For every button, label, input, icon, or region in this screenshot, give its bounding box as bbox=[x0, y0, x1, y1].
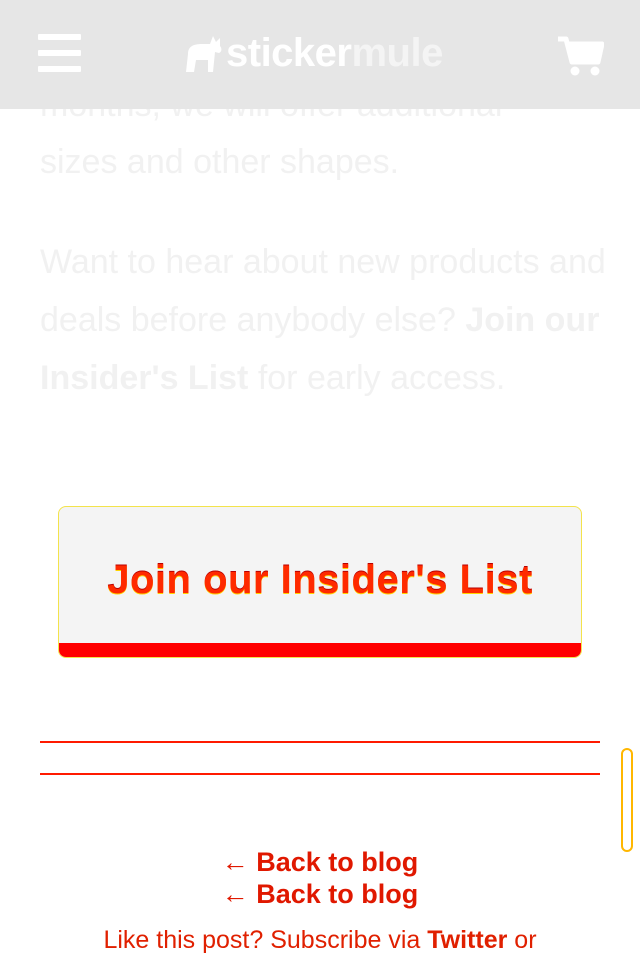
page-scrollbar-thumb[interactable] bbox=[621, 748, 633, 852]
article-paragraph-insiders: Want to hear about new products and deal… bbox=[40, 233, 610, 407]
divider-top bbox=[40, 741, 600, 743]
divider-bottom bbox=[40, 773, 600, 775]
sticker-mule-logo[interactable]: stickermule bbox=[180, 30, 443, 76]
join-insiders-list-button[interactable]: Join our Insider's List bbox=[58, 506, 582, 658]
cta-button-bottom-border bbox=[59, 643, 581, 657]
subscribe-prefix-text: Like this post? Subscribe via bbox=[103, 926, 428, 954]
logo-text-mule: mule bbox=[351, 31, 443, 75]
cta-button-label: Join our Insider's List bbox=[107, 558, 533, 602]
back-to-blog-link[interactable]: ← Back to blog bbox=[0, 846, 640, 878]
subscribe-suffix-text: or bbox=[507, 926, 537, 954]
logo-text-sticker: sticker bbox=[226, 31, 352, 75]
hamburger-menu-icon[interactable] bbox=[38, 34, 81, 72]
article-paragraph-end: sizes and other shapes. bbox=[40, 143, 400, 181]
shopping-cart-icon[interactable] bbox=[556, 34, 604, 78]
insiders-outro-text: for early access. bbox=[248, 359, 506, 397]
top-nav-bar: stickermule bbox=[0, 0, 640, 109]
subscribe-prompt: Like this post? Subscribe via Twitter or bbox=[0, 924, 640, 956]
mule-logo-icon bbox=[186, 36, 222, 72]
back-to-blog-link-duplicate[interactable]: ← Back to blog bbox=[0, 878, 640, 910]
twitter-subscribe-link[interactable]: Twitter bbox=[427, 926, 507, 954]
